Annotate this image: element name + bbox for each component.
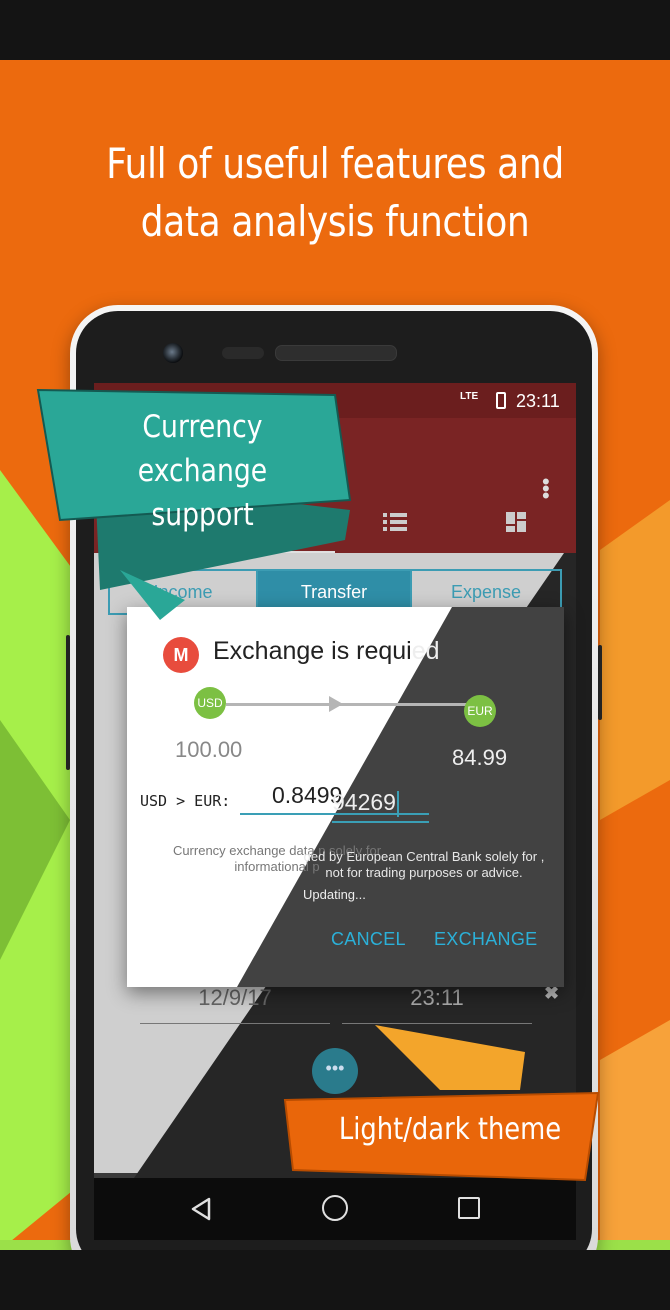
updating-status: Updating... bbox=[303, 887, 366, 902]
android-nav-bar bbox=[94, 1178, 576, 1240]
text-caret bbox=[396, 790, 399, 817]
recents-icon[interactable] bbox=[458, 1197, 480, 1219]
phone-side-button-right bbox=[598, 645, 602, 720]
phone-side-button-left bbox=[66, 635, 70, 770]
app-logo-icon: M bbox=[163, 637, 199, 673]
cancel-button[interactable]: CANCEL bbox=[331, 929, 406, 950]
more-fab-button[interactable]: ••• bbox=[312, 1048, 358, 1094]
proximity-sensor bbox=[222, 347, 264, 359]
exchange-rate-input-dark[interactable]: 94269 bbox=[332, 789, 429, 823]
from-currency-badge: USD bbox=[194, 687, 226, 719]
to-currency-badge: EUR bbox=[464, 695, 496, 727]
exchange-button[interactable]: EXCHANGE bbox=[434, 929, 537, 950]
dialog-title: Exchange is requied bbox=[213, 637, 553, 666]
to-amount: 84.99 bbox=[452, 745, 508, 770]
currency-callout: Currency exchange support bbox=[80, 405, 325, 537]
currency-callout-line-1: Currency exchange bbox=[137, 409, 268, 489]
back-icon[interactable] bbox=[190, 1197, 212, 1221]
theme-callout: Light/dark theme bbox=[338, 1112, 562, 1147]
headline-line-2: data analysis function bbox=[140, 197, 530, 246]
dialog-title-dark: ed bbox=[411, 637, 440, 665]
currency-pair-label: USD > EUR: bbox=[140, 792, 231, 810]
rate-value-dark: 94269 bbox=[332, 789, 396, 815]
top-black-bar bbox=[0, 0, 670, 60]
headline: Full of useful features and data analysi… bbox=[47, 135, 623, 251]
headline-line-1: Full of useful features and bbox=[106, 139, 564, 188]
orange-wedge-right-lower bbox=[600, 1020, 670, 1250]
disclaimer-dark: ded by European Central Bank solely for … bbox=[303, 849, 545, 880]
exchange-dialog: M Exchange is requied USD EUR 100.00 84.… bbox=[127, 607, 564, 987]
from-amount: 100.00 bbox=[175, 737, 243, 762]
camera-icon bbox=[163, 343, 183, 363]
bottom-black-bar bbox=[0, 1250, 670, 1310]
time-field[interactable]: 23:11 bbox=[342, 985, 532, 1024]
arrow-right-icon bbox=[329, 696, 343, 712]
conversion-arrow-line bbox=[226, 703, 466, 706]
earpiece-speaker bbox=[275, 345, 397, 361]
date-field[interactable]: 12/9/17 bbox=[140, 985, 330, 1024]
orange-wedge-right bbox=[600, 500, 670, 820]
currency-callout-line-2: support bbox=[151, 497, 254, 533]
home-icon[interactable] bbox=[322, 1195, 348, 1221]
dialog-title-light: Exchange is requi bbox=[213, 637, 412, 665]
